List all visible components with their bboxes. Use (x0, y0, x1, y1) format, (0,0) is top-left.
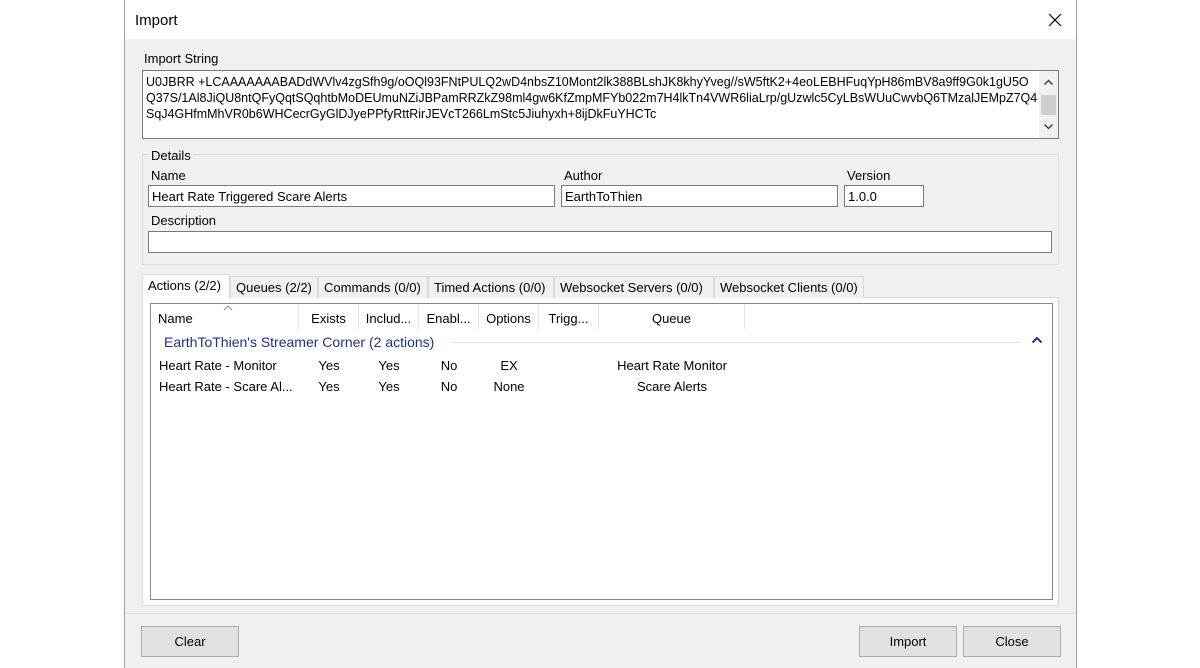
tab-websocket-clients[interactable]: Websocket Clients (0/0) (714, 276, 864, 298)
import-button[interactable]: Import (859, 626, 957, 657)
author-label: Author (564, 168, 603, 183)
footer-divider (125, 613, 1076, 614)
row-included-cell: Yes (378, 379, 400, 394)
row-enabled-cell: No (440, 379, 458, 394)
scroll-up-icon[interactable] (1043, 77, 1054, 88)
column-header-queue[interactable]: Queue (599, 304, 745, 330)
close-icon (1048, 13, 1062, 27)
title-bar: Import (125, 0, 1076, 39)
group-header-divider (451, 342, 1021, 343)
clear-button[interactable]: Clear (141, 626, 239, 657)
column-header-options[interactable]: Options (479, 304, 539, 330)
version-field[interactable]: 1.0.0 (844, 185, 924, 207)
column-header-exists[interactable]: Exists (299, 304, 359, 330)
window-title: Import (135, 12, 178, 29)
tab-websocket-servers[interactable]: Websocket Servers (0/0) (554, 276, 714, 298)
actions-tab-panel: Name Exists Includ... Enabl... Options T… (142, 297, 1059, 606)
row-options-cell: None (493, 379, 525, 394)
description-field[interactable] (148, 231, 1052, 253)
tab-queues[interactable]: Queues (2/2) (230, 276, 318, 298)
import-string-textarea[interactable]: U0JBRR +LCAAAAAAABADdWVlv4zgSfh9g/oOQl93… (142, 70, 1059, 139)
collapse-group-icon[interactable] (1031, 336, 1043, 344)
sort-ascending-icon (223, 305, 233, 311)
import-string-value: U0JBRR +LCAAAAAAABADdWVlv4zgSfh9g/oOQl93… (146, 75, 1038, 121)
row-queue-cell: Heart Rate Monitor (617, 358, 727, 373)
name-label: Name (151, 168, 186, 183)
import-string-label: Import String (144, 51, 219, 66)
row-included-cell: Yes (378, 358, 400, 373)
name-field[interactable]: Heart Rate Triggered Scare Alerts (148, 185, 555, 207)
row-name-cell: Heart Rate - Scare Al... (159, 379, 293, 394)
tab-timed-actions[interactable]: Timed Actions (0/0) (428, 276, 554, 298)
tab-actions[interactable]: Actions (2/2) (142, 274, 230, 299)
close-button[interactable]: Close (963, 626, 1061, 657)
description-label: Description (151, 213, 217, 228)
column-header-triggers[interactable]: Trigg... (539, 304, 599, 330)
author-field[interactable]: EarthToThien (561, 185, 838, 207)
column-header-enabled[interactable]: Enabl... (419, 304, 479, 330)
row-name-cell: Heart Rate - Monitor (159, 358, 277, 373)
actions-list[interactable]: Name Exists Includ... Enabl... Options T… (150, 303, 1053, 600)
row-options-cell: EX (500, 358, 518, 373)
import-string-scrollbar[interactable] (1039, 71, 1058, 138)
column-header-included[interactable]: Includ... (359, 304, 419, 330)
group-header-title[interactable]: EarthToThien's Streamer Corner (2 action… (164, 334, 434, 350)
row-exists-cell: Yes (318, 379, 340, 394)
scrollbar-thumb[interactable] (1041, 95, 1056, 115)
close-window-button[interactable] (1044, 9, 1066, 31)
column-header-name[interactable]: Name (151, 304, 299, 330)
version-label: Version (847, 168, 891, 183)
row-exists-cell: Yes (318, 358, 340, 373)
details-label: Details (149, 148, 193, 163)
scroll-down-icon[interactable] (1043, 121, 1054, 132)
row-queue-cell: Scare Alerts (636, 379, 708, 394)
tab-commands[interactable]: Commands (0/0) (318, 276, 428, 298)
row-enabled-cell: No (440, 358, 458, 373)
import-dialog: Import Import String U0JBRR +LCAAAAAAABA… (124, 0, 1077, 668)
